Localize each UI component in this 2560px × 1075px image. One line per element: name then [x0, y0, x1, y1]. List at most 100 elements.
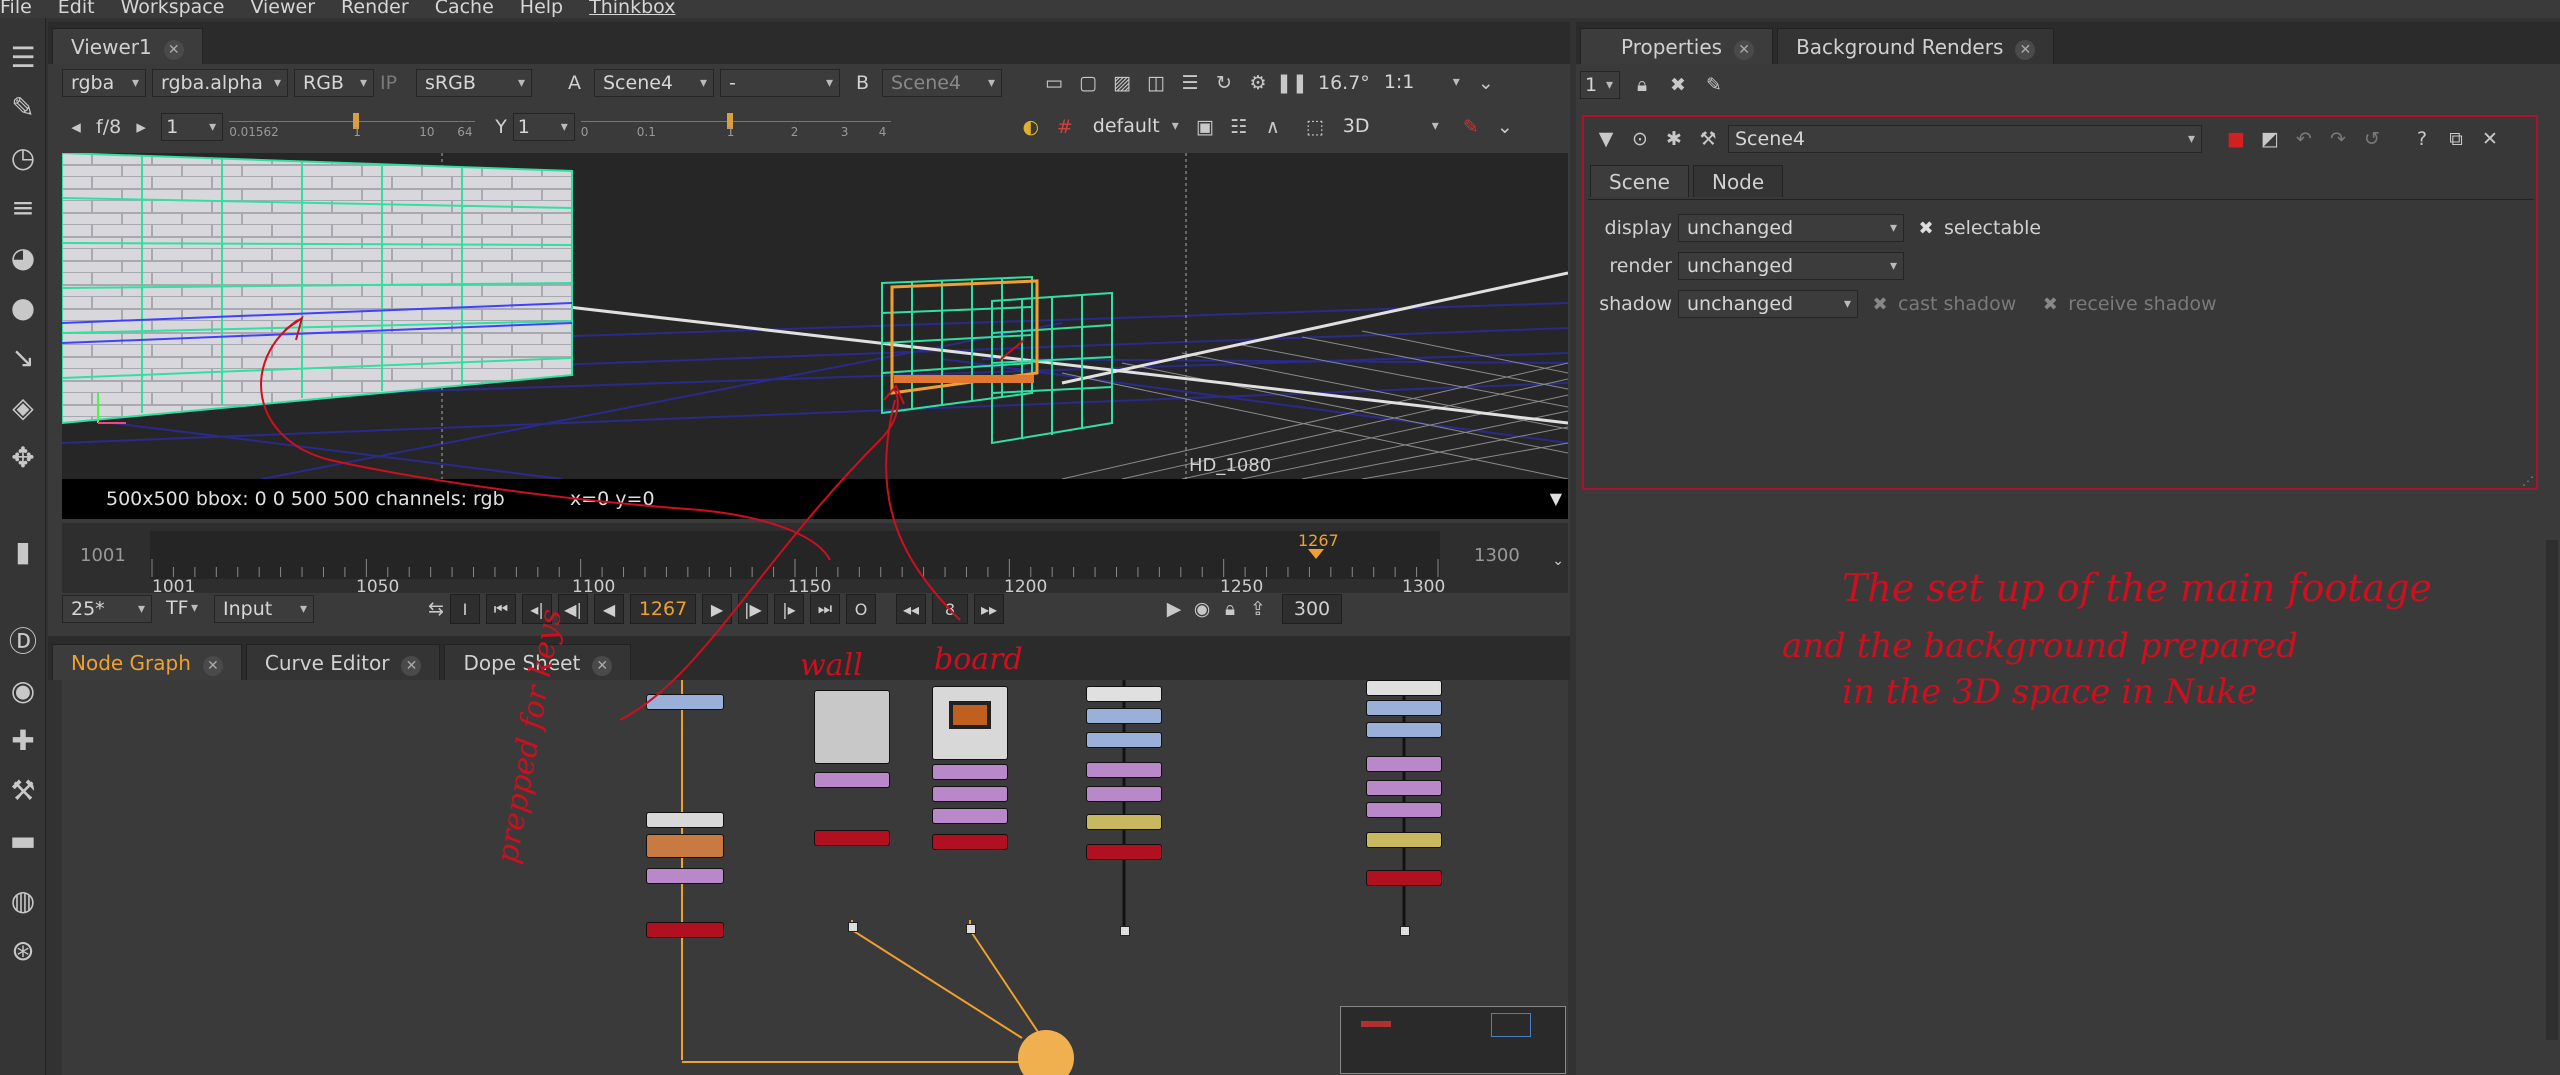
increment-field[interactable]: 8 — [932, 594, 968, 624]
view-mode-dropdown[interactable]: 3D — [1335, 113, 1445, 141]
fstop-right-icon[interactable]: ▸ — [127, 113, 155, 141]
scanline-icon[interactable]: ☰ — [1176, 69, 1204, 97]
time-icon[interactable]: ◷ — [6, 140, 40, 174]
graph-node[interactable] — [814, 772, 890, 788]
node-graph-canvas[interactable] — [62, 680, 1568, 1075]
close-icon[interactable]: ✕ — [163, 40, 184, 60]
fstop-value[interactable]: f/8 — [96, 116, 121, 138]
ip-toggle[interactable]: IP — [380, 72, 410, 94]
alpha-dropdown[interactable]: rgba.alpha — [152, 69, 288, 97]
graph-node[interactable] — [1086, 786, 1162, 802]
lut-dropdown[interactable]: sRGB — [416, 69, 532, 97]
selection-icon[interactable]: ⬚ — [1301, 113, 1329, 141]
chevron-down-icon[interactable]: ⌄ — [1491, 113, 1519, 141]
gamma-field[interactable]: 1 — [512, 113, 575, 141]
close-icon[interactable]: ✕ — [592, 656, 613, 676]
receive-shadow-checkbox[interactable]: ✖ — [2040, 294, 2060, 315]
curve-icon[interactable]: ∧ — [1259, 113, 1287, 141]
safe-area-icon[interactable]: ▢ — [1074, 69, 1102, 97]
graph-node[interactable] — [814, 830, 890, 846]
graph-node[interactable] — [1086, 762, 1162, 778]
tab-viewer1[interactable]: Viewer1 ✕ — [52, 28, 203, 64]
chevron-down-icon[interactable]: ⌄ — [1552, 553, 1564, 569]
revert-icon[interactable]: ↺ — [2358, 125, 2386, 153]
furnace-icon[interactable]: ◍ — [6, 883, 40, 917]
tile-color-icon[interactable]: ■ — [2222, 125, 2250, 153]
composite-dropdown[interactable]: - — [720, 69, 840, 97]
board-read-node[interactable] — [932, 686, 1008, 760]
pen-icon[interactable]: ✎ — [1457, 113, 1485, 141]
clipping-icon[interactable]: ◐ — [1017, 113, 1045, 141]
graph-node[interactable] — [646, 694, 724, 710]
stack-icon[interactable]: ☷ — [1225, 113, 1253, 141]
dot-node[interactable] — [848, 922, 858, 932]
close-icon[interactable]: ✕ — [2015, 40, 2036, 60]
graph-node[interactable] — [1086, 814, 1162, 830]
wall-read-node[interactable] — [814, 690, 890, 764]
gain-slider[interactable]: 0.01562 1 10 64 — [229, 113, 476, 141]
flipbook-icon[interactable]: ▶ — [1160, 595, 1188, 623]
menu-help[interactable]: Help — [520, 0, 563, 18]
pause-icon[interactable]: ❚❚ — [1276, 69, 1308, 97]
loop-icon[interactable]: ⇆ — [422, 595, 450, 623]
tab-background-renders[interactable]: Background Renders ✕ — [1777, 28, 2055, 64]
playhead[interactable] — [1308, 549, 1324, 559]
colorspace-dropdown[interactable]: RGB — [294, 69, 374, 97]
menu-viewer[interactable]: Viewer — [250, 0, 315, 18]
graph-node[interactable] — [932, 808, 1008, 824]
in-point-button[interactable]: I — [450, 594, 480, 624]
menu-workspace[interactable]: Workspace — [121, 0, 225, 18]
b-input-dropdown[interactable]: Scene4 — [882, 69, 1002, 97]
viewer-viewport[interactable]: HD_1080 — [62, 153, 1568, 479]
fps-dropdown[interactable]: 25* — [62, 595, 152, 623]
3d-icon[interactable]: ▮ — [6, 496, 40, 606]
graph-node[interactable] — [932, 764, 1008, 780]
graph-node[interactable] — [646, 868, 724, 884]
dot-node[interactable] — [966, 924, 976, 934]
redo-icon[interactable]: ↷ — [2324, 125, 2352, 153]
next-keyframe-icon[interactable]: |▶ — [738, 594, 768, 624]
tab-node[interactable]: Node — [1692, 165, 1784, 197]
graph-node[interactable] — [1366, 700, 1442, 716]
color-icon[interactable]: ◕ — [6, 240, 40, 274]
graph-node[interactable] — [1366, 870, 1442, 886]
collapse-icon[interactable]: ▼ — [1592, 125, 1620, 153]
font-color-icon[interactable]: ◩ — [2256, 125, 2284, 153]
draw-icon[interactable]: ✎ — [6, 90, 40, 124]
ratio-dropdown[interactable]: 1:1 — [1376, 69, 1466, 97]
close-icon[interactable]: ✕ — [202, 656, 223, 676]
current-frame-field[interactable]: 1267 — [630, 594, 696, 624]
graph-node[interactable] — [1366, 802, 1442, 818]
tab-curve-editor[interactable]: Curve Editor ✕ — [245, 644, 441, 680]
render-dropdown[interactable]: unchanged — [1678, 252, 1904, 280]
deep-icon[interactable]: Ⓓ — [6, 623, 40, 658]
graph-node[interactable] — [1366, 780, 1442, 796]
triangle-down-icon[interactable]: ▼ — [1550, 479, 1562, 519]
rewind-icon[interactable]: ◂◂ — [896, 594, 926, 624]
graph-node[interactable] — [1366, 722, 1442, 738]
graph-node[interactable] — [1366, 756, 1442, 772]
roi-icon[interactable]: ▭ — [1040, 69, 1068, 97]
graph-node[interactable] — [1366, 680, 1442, 696]
filter-icon[interactable]: ● — [6, 290, 40, 324]
graph-node[interactable] — [646, 922, 724, 938]
first-frame-icon[interactable]: ⏮ — [486, 594, 516, 624]
float-icon[interactable]: ⧉ — [2442, 125, 2470, 153]
wrench-icon[interactable]: ⚒ — [1694, 125, 1722, 153]
gain-field[interactable]: 1 — [161, 113, 224, 141]
graph-node[interactable] — [1086, 732, 1162, 748]
transform-icon[interactable]: ✥ — [6, 440, 40, 474]
tab-node-graph[interactable]: Node Graph ✕ — [52, 644, 242, 680]
last-frame-icon[interactable]: ⏭ — [810, 594, 840, 624]
camera-dropdown[interactable]: default — [1085, 113, 1185, 141]
graph-node[interactable] — [1086, 686, 1162, 702]
chevron-down-icon[interactable]: ⌄ — [1472, 69, 1500, 97]
graph-node[interactable] — [646, 834, 724, 858]
graph-node[interactable] — [646, 812, 724, 828]
gear-icon[interactable]: ⚙ — [1244, 69, 1272, 97]
shadow-dropdown[interactable]: unchanged — [1678, 290, 1858, 318]
node-name-field[interactable]: Scene4 — [1728, 125, 2202, 153]
lock-icon[interactable]: 🔒︎ — [1216, 595, 1244, 623]
wipe-icon[interactable]: ▨ — [1108, 69, 1136, 97]
center-icon[interactable]: ⊙ — [1626, 125, 1654, 153]
